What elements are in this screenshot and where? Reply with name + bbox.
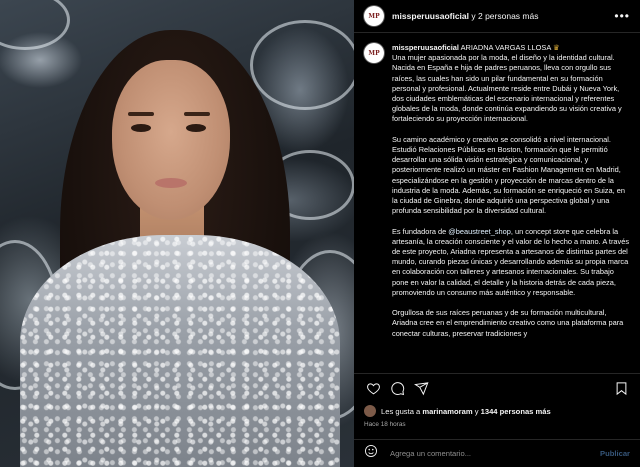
- more-horizontal-icon[interactable]: •••: [614, 10, 630, 22]
- caption-text: missperuusaoficial ARIADNA VARGAS LLOSA …: [392, 43, 630, 373]
- comment-composer: Agrega un comentario... Publicar: [354, 439, 640, 467]
- post-authors: missperuusaoficial y 2 personas más: [392, 11, 614, 21]
- crown-icon: ♛: [552, 43, 560, 52]
- comment-input[interactable]: Agrega un comentario...: [390, 449, 600, 458]
- post-comment-button[interactable]: Publicar: [600, 449, 630, 458]
- caption-avatar[interactable]: MP: [364, 43, 384, 63]
- post-header: MP missperuusaoficial y 2 personas más •…: [354, 0, 640, 33]
- action-bar: [354, 373, 640, 403]
- portrait-eye: [131, 124, 151, 132]
- ice-sculpture-decoration: [0, 0, 70, 50]
- collab-suffix[interactable]: y 2 personas más: [469, 11, 538, 21]
- mention-link[interactable]: @beaustreet_shop: [448, 227, 511, 236]
- liker-username-link[interactable]: marinamoram: [422, 407, 472, 416]
- portrait-brow: [184, 112, 210, 116]
- portrait-lips: [155, 178, 187, 188]
- comment-icon[interactable]: [388, 380, 406, 398]
- caption-title: ARIADNA VARGAS LLOSA: [460, 43, 551, 52]
- liker-avatar[interactable]: [364, 405, 376, 417]
- heart-icon[interactable]: [364, 380, 382, 398]
- likes-count-link[interactable]: 1344 personas más: [481, 407, 551, 416]
- post-timestamp[interactable]: Hace 18 horas: [354, 419, 640, 439]
- likes-text: Les gusta a marinamoram y 1344 personas …: [381, 407, 551, 416]
- share-icon[interactable]: [412, 380, 430, 398]
- post-image[interactable]: [0, 0, 354, 467]
- caption-paragraph: missperuusaoficial ARIADNA VARGAS LLOSA …: [392, 43, 630, 125]
- likes-summary: Les gusta a marinamoram y 1344 personas …: [354, 403, 640, 419]
- post-sidebar: MP missperuusaoficial y 2 personas más •…: [354, 0, 640, 467]
- account-username-link[interactable]: missperuusaoficial: [392, 11, 469, 21]
- caption-username-link[interactable]: missperuusaoficial: [392, 43, 459, 52]
- bookmark-icon[interactable]: [612, 380, 630, 398]
- caption-area: MP missperuusaoficial ARIADNA VARGAS LLO…: [354, 33, 640, 373]
- caption-paragraph-4: Orgullosa de sus raíces peruanas y de su…: [392, 308, 624, 338]
- portrait-brow: [128, 112, 154, 116]
- caption-text-segment: Es fundadora de: [392, 226, 449, 236]
- caption-paragraph-1: Una mujer apasionada por la moda, el dis…: [392, 53, 622, 124]
- portrait-eye: [186, 124, 206, 132]
- emoji-icon[interactable]: [364, 444, 378, 463]
- caption-paragraph-2: Su camino académico y creativo se consol…: [392, 134, 625, 216]
- portrait-face: [112, 60, 230, 220]
- portrait-sequin-dress: [20, 235, 340, 467]
- likes-middle: y: [472, 406, 481, 416]
- account-avatar[interactable]: MP: [364, 6, 384, 26]
- caption-paragraph-3: Es fundadora de @beaustreet_shop, un con…: [392, 227, 630, 298]
- likes-prefix: Les gusta a: [381, 406, 423, 416]
- caption-text-segment: , un concept store que celebra la artesa…: [392, 226, 630, 297]
- ice-sculpture-decoration: [250, 20, 354, 110]
